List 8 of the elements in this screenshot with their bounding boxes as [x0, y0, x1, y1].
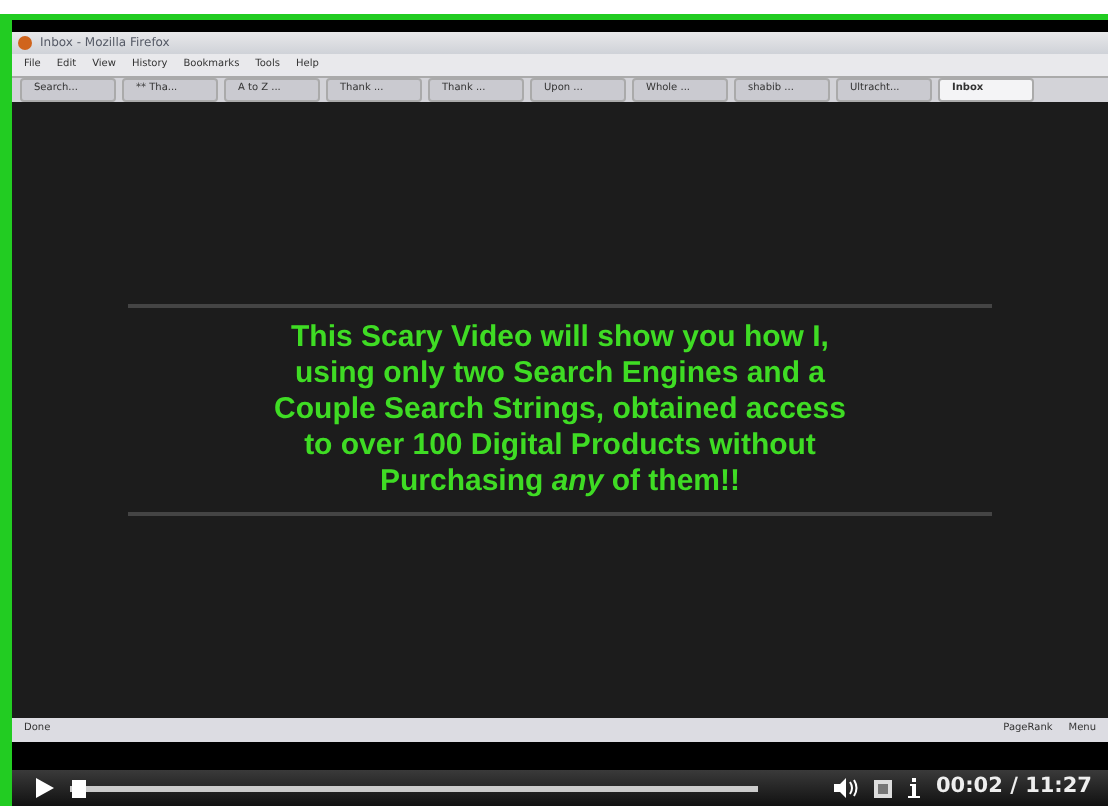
play-icon[interactable]: [36, 778, 54, 798]
video-caption: This Scary Video will show you how I, using only two Search Engines and a Couple Search Strings, obtained access to over 100 Digital Products without Purchasing any of them!!: [272, 320, 848, 500]
seek-thumb[interactable]: [72, 779, 87, 797]
volume-icon[interactable]: [834, 778, 858, 798]
browser-icon: [18, 36, 32, 50]
time-display: 00:02 / 11:27: [936, 772, 1092, 803]
info-icon[interactable]: [908, 778, 920, 798]
fullscreen-icon[interactable]: [874, 778, 892, 798]
